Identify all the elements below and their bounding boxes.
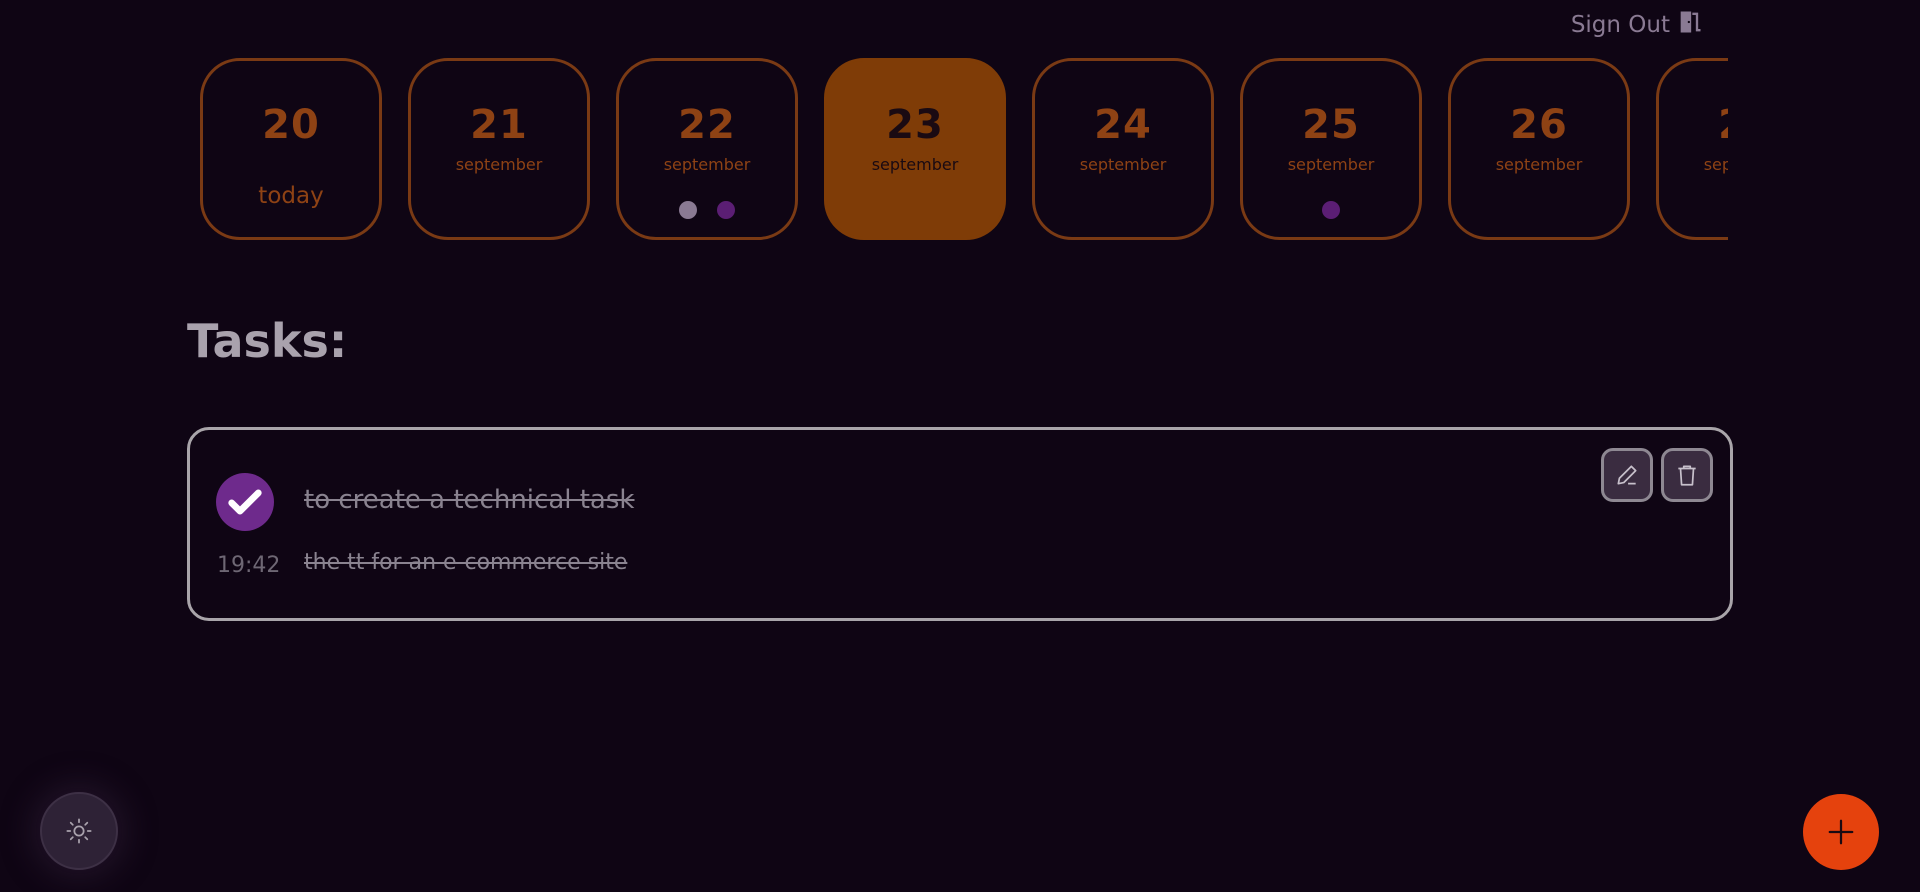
sign-out-button[interactable]: Sign Out xyxy=(1571,8,1704,42)
door-exit-icon xyxy=(1676,8,1704,42)
theme-toggle-button[interactable] xyxy=(40,792,118,870)
day-number: 24 xyxy=(1094,102,1152,148)
day-month: september xyxy=(455,155,543,174)
checkmark-icon xyxy=(228,489,262,515)
task-complete-checkbox[interactable] xyxy=(216,473,274,531)
day-number: 26 xyxy=(1510,102,1568,148)
day-month: september xyxy=(1703,155,1728,174)
day-number: 22 xyxy=(678,102,736,148)
day-card-21[interactable]: 21 september xyxy=(408,58,590,240)
delete-task-button[interactable] xyxy=(1661,448,1713,502)
task-indicator-dot xyxy=(717,201,735,219)
plus-icon xyxy=(1828,819,1854,845)
day-number: 23 xyxy=(886,102,944,148)
day-number: 21 xyxy=(470,102,528,148)
sun-icon xyxy=(66,818,92,844)
day-number: 27 xyxy=(1718,105,1728,145)
task-title: to create a technical task xyxy=(304,485,635,515)
tasks-heading: Tasks: xyxy=(187,314,348,368)
day-number: 25 xyxy=(1302,102,1360,148)
task-description: the tt for an e-commerce site xyxy=(304,550,628,575)
day-month: september xyxy=(1079,155,1167,174)
trash-icon xyxy=(1678,465,1696,486)
edit-task-button[interactable] xyxy=(1601,448,1653,502)
day-card-24[interactable]: 24 september xyxy=(1032,58,1214,240)
day-number: 20 xyxy=(262,102,320,148)
task-indicator-dot xyxy=(1322,201,1340,219)
day-card-22[interactable]: 22 september xyxy=(616,58,798,240)
today-label: today xyxy=(258,183,324,209)
pencil-icon xyxy=(1617,465,1637,485)
task-card[interactable]: to create a technical task 19:42 the tt … xyxy=(187,427,1733,621)
day-card-23[interactable]: 23 september xyxy=(824,58,1006,240)
day-month: september xyxy=(871,155,959,174)
day-card-26[interactable]: 26 september xyxy=(1448,58,1630,240)
task-indicator-dot xyxy=(679,201,697,219)
day-month: september xyxy=(1287,155,1375,174)
date-strip: 20 today 21 september 22 september 23 september… xyxy=(200,56,1728,252)
day-month: september xyxy=(663,155,751,174)
day-card-20[interactable]: 20 today xyxy=(200,58,382,240)
add-task-button[interactable] xyxy=(1803,794,1879,870)
day-card-25[interactable]: 25 september xyxy=(1240,58,1422,240)
task-indicator-dots xyxy=(1243,201,1419,219)
day-card-27[interactable]: 27 september xyxy=(1656,58,1728,240)
day-month: september xyxy=(1495,155,1583,174)
task-time: 19:42 xyxy=(217,553,281,578)
sign-out-label: Sign Out xyxy=(1570,12,1670,38)
app-root: Sign Out 20 today 21 september 22 september 23… xyxy=(0,0,1920,892)
task-indicator-dots xyxy=(619,201,795,219)
